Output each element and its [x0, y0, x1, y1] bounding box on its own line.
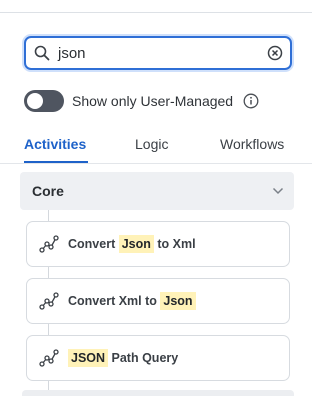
activity-label: JSON Path Query [68, 349, 178, 367]
activity-item[interactable]: Convert Json to Xml [26, 221, 290, 267]
activity-label: Convert Json to Xml [68, 235, 196, 253]
section-header-core[interactable]: Core [20, 172, 294, 210]
user-managed-filter: Show only User-Managed [24, 90, 259, 112]
activity-node-icon [38, 292, 60, 310]
activity-item[interactable]: JSON Path Query [26, 335, 290, 381]
info-icon[interactable] [243, 93, 259, 109]
chevron-down-icon[interactable] [262, 187, 294, 195]
activity-node-icon [38, 349, 60, 367]
match-highlight: Json [160, 292, 196, 310]
activity-item[interactable]: Convert Xml to Json [26, 278, 290, 324]
search-input[interactable]: json [58, 45, 260, 62]
search-box[interactable]: json [24, 36, 292, 70]
search-icon [26, 45, 58, 61]
tab-logic[interactable]: Logic [135, 136, 168, 152]
next-section-header[interactable] [22, 390, 294, 396]
activity-node-icon [38, 235, 60, 253]
tab-activities[interactable]: Activities [24, 136, 86, 152]
user-managed-toggle[interactable] [24, 90, 64, 112]
toggle-label: Show only User-Managed [72, 93, 234, 109]
toggle-knob [27, 93, 43, 109]
match-highlight: JSON [68, 349, 109, 367]
activity-label: Convert Xml to Json [68, 292, 196, 310]
section-title: Core [32, 183, 64, 199]
tabs-divider [0, 163, 312, 164]
clear-icon[interactable] [260, 45, 290, 61]
tab-workflows[interactable]: Workflows [220, 136, 284, 152]
match-highlight: Json [118, 235, 154, 253]
top-border [0, 0, 312, 13]
tab-bar: Activities Logic Workflows [0, 128, 312, 164]
